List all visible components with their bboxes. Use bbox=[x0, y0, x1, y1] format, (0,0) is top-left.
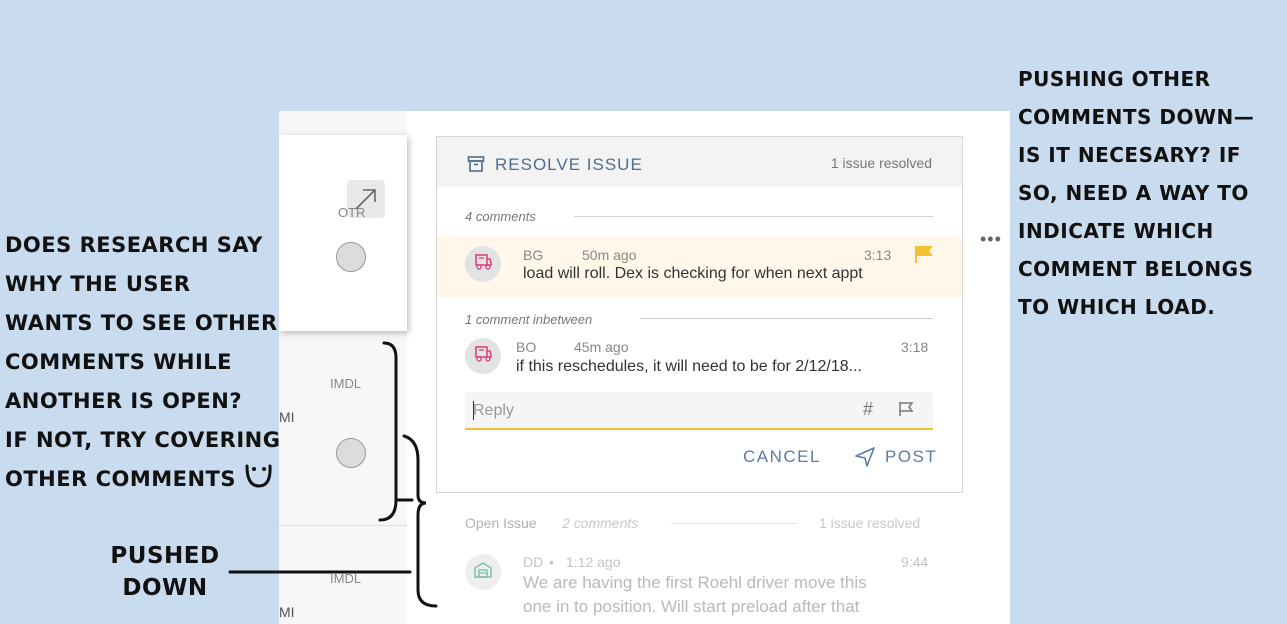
annotation-brackets bbox=[228, 341, 438, 608]
